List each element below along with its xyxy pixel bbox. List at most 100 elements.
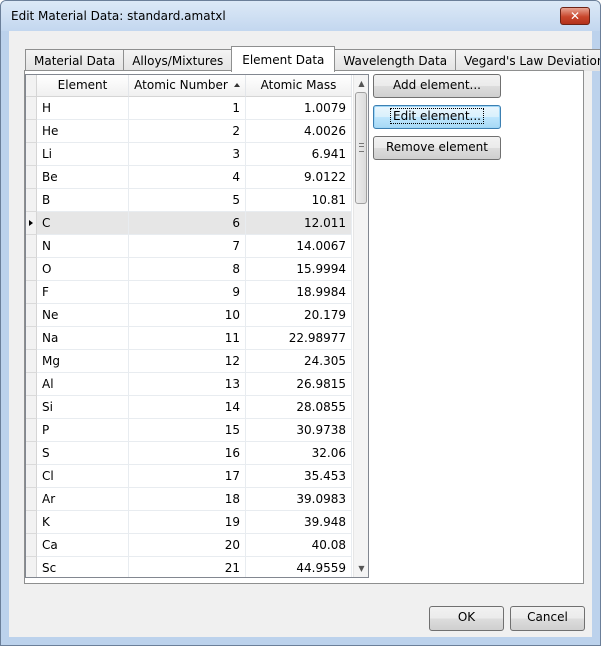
table-row[interactable]: Sc 21 44.9559	[26, 557, 352, 577]
cell-atomic-number[interactable]: 8	[129, 258, 246, 281]
cell-atomic-mass[interactable]: 40.08	[246, 534, 352, 557]
cell-atomic-number[interactable]: 2	[129, 120, 246, 143]
table-row[interactable]: He 2 4.0026	[26, 120, 352, 143]
cell-atomic-number[interactable]: 7	[129, 235, 246, 258]
edit-element-button[interactable]: Edit element...	[373, 105, 501, 129]
cell-element[interactable]: Be	[37, 166, 129, 189]
row-header[interactable]	[26, 281, 37, 304]
table-row[interactable]: Al 13 26.9815	[26, 373, 352, 396]
cell-atomic-number[interactable]: 20	[129, 534, 246, 557]
table-row[interactable]: Ne 10 20.179	[26, 304, 352, 327]
cell-atomic-mass[interactable]: 22.98977	[246, 327, 352, 350]
cell-element[interactable]: N	[37, 235, 129, 258]
cell-atomic-number[interactable]: 5	[129, 189, 246, 212]
table-row[interactable]: Ar 18 39.0983	[26, 488, 352, 511]
cell-atomic-mass[interactable]: 18.9984	[246, 281, 352, 304]
table-row[interactable]: Li 3 6.941	[26, 143, 352, 166]
table-row[interactable]: B 5 10.81	[26, 189, 352, 212]
cell-atomic-number[interactable]: 1	[129, 97, 246, 120]
cell-atomic-mass[interactable]: 26.9815	[246, 373, 352, 396]
cell-atomic-number[interactable]: 6	[129, 212, 246, 235]
cell-atomic-mass[interactable]: 1.0079	[246, 97, 352, 120]
row-header[interactable]	[26, 465, 37, 488]
column-header-element[interactable]: Element	[37, 75, 129, 97]
cell-atomic-mass[interactable]: 44.9559	[246, 557, 352, 577]
cell-element[interactable]: K	[37, 511, 129, 534]
table-row[interactable]: K 19 39.948	[26, 511, 352, 534]
cell-atomic-number[interactable]: 17	[129, 465, 246, 488]
column-header-atomic-number[interactable]: Atomic Number	[129, 75, 246, 97]
cell-element[interactable]: Ar	[37, 488, 129, 511]
cell-atomic-mass[interactable]: 30.9738	[246, 419, 352, 442]
cell-atomic-number[interactable]: 19	[129, 511, 246, 534]
scrollbar-thumb[interactable]	[355, 92, 367, 204]
table-row[interactable]: C 6 12.011	[26, 212, 352, 235]
cell-atomic-number[interactable]: 12	[129, 350, 246, 373]
row-header[interactable]	[26, 557, 37, 577]
table-row[interactable]: Si 14 28.0855	[26, 396, 352, 419]
row-header[interactable]	[26, 97, 37, 120]
row-header[interactable]	[26, 143, 37, 166]
cell-atomic-mass[interactable]: 14.0067	[246, 235, 352, 258]
scroll-down-arrow-icon[interactable]: ▼	[354, 560, 368, 577]
row-header[interactable]	[26, 327, 37, 350]
tab-material-data[interactable]: Material Data	[25, 49, 125, 71]
table-row[interactable]: N 7 14.0067	[26, 235, 352, 258]
cell-atomic-mass[interactable]: 12.011	[246, 212, 352, 235]
row-header[interactable]	[26, 166, 37, 189]
tab-wavelength-data[interactable]: Wavelength Data	[334, 49, 457, 71]
cell-element[interactable]: S	[37, 442, 129, 465]
row-header[interactable]	[26, 442, 37, 465]
cell-atomic-number[interactable]: 14	[129, 396, 246, 419]
row-header[interactable]	[26, 212, 37, 235]
cell-atomic-number[interactable]: 21	[129, 557, 246, 577]
cell-element[interactable]: F	[37, 281, 129, 304]
cell-atomic-number[interactable]: 13	[129, 373, 246, 396]
table-row[interactable]: P 15 30.9738	[26, 419, 352, 442]
table-row[interactable]: S 16 32.06	[26, 442, 352, 465]
cell-atomic-number[interactable]: 10	[129, 304, 246, 327]
row-header[interactable]	[26, 235, 37, 258]
row-header[interactable]	[26, 511, 37, 534]
column-header-atomic-mass[interactable]: Atomic Mass	[246, 75, 352, 97]
cell-atomic-number[interactable]: 15	[129, 419, 246, 442]
tab-element-data[interactable]: Element Data	[231, 46, 336, 72]
scroll-up-arrow-icon[interactable]: ▲	[354, 75, 368, 92]
cell-atomic-mass[interactable]: 6.941	[246, 143, 352, 166]
row-header[interactable]	[26, 419, 37, 442]
cell-atomic-mass[interactable]: 20.179	[246, 304, 352, 327]
cell-element[interactable]: H	[37, 97, 129, 120]
vertical-scrollbar[interactable]: ▲ ▼	[353, 75, 368, 577]
table-row[interactable]: F 9 18.9984	[26, 281, 352, 304]
cell-element[interactable]: He	[37, 120, 129, 143]
cell-atomic-mass[interactable]: 35.453	[246, 465, 352, 488]
element-table[interactable]: Element Atomic Number Atomic Mass H 1 1.00…	[25, 74, 369, 578]
cell-element[interactable]: B	[37, 189, 129, 212]
row-header[interactable]	[26, 258, 37, 281]
cell-atomic-mass[interactable]: 9.0122	[246, 166, 352, 189]
table-row[interactable]: H 1 1.0079	[26, 97, 352, 120]
title-bar[interactable]: Edit Material Data: standard.amatxl ✕	[1, 1, 600, 31]
row-header[interactable]	[26, 350, 37, 373]
row-header[interactable]	[26, 534, 37, 557]
row-header[interactable]	[26, 304, 37, 327]
cell-atomic-mass[interactable]: 32.06	[246, 442, 352, 465]
cell-atomic-mass[interactable]: 15.9994	[246, 258, 352, 281]
tab-vegards-law-deviation[interactable]: Vegard's Law Deviation	[455, 49, 600, 71]
cell-element[interactable]: Ne	[37, 304, 129, 327]
table-row[interactable]: Ca 20 40.08	[26, 534, 352, 557]
cell-element[interactable]: Sc	[37, 557, 129, 577]
row-header[interactable]	[26, 189, 37, 212]
remove-element-button[interactable]: Remove element	[373, 136, 501, 160]
cell-atomic-mass[interactable]: 28.0855	[246, 396, 352, 419]
cell-atomic-number[interactable]: 9	[129, 281, 246, 304]
cell-element[interactable]: P	[37, 419, 129, 442]
row-header[interactable]	[26, 373, 37, 396]
table-row[interactable]: Cl 17 35.453	[26, 465, 352, 488]
row-header[interactable]	[26, 488, 37, 511]
tab-alloys-mixtures[interactable]: Alloys/Mixtures	[123, 49, 233, 71]
cell-atomic-mass[interactable]: 39.948	[246, 511, 352, 534]
cell-atomic-mass[interactable]: 24.305	[246, 350, 352, 373]
cell-element[interactable]: Mg	[37, 350, 129, 373]
cell-element[interactable]: Na	[37, 327, 129, 350]
